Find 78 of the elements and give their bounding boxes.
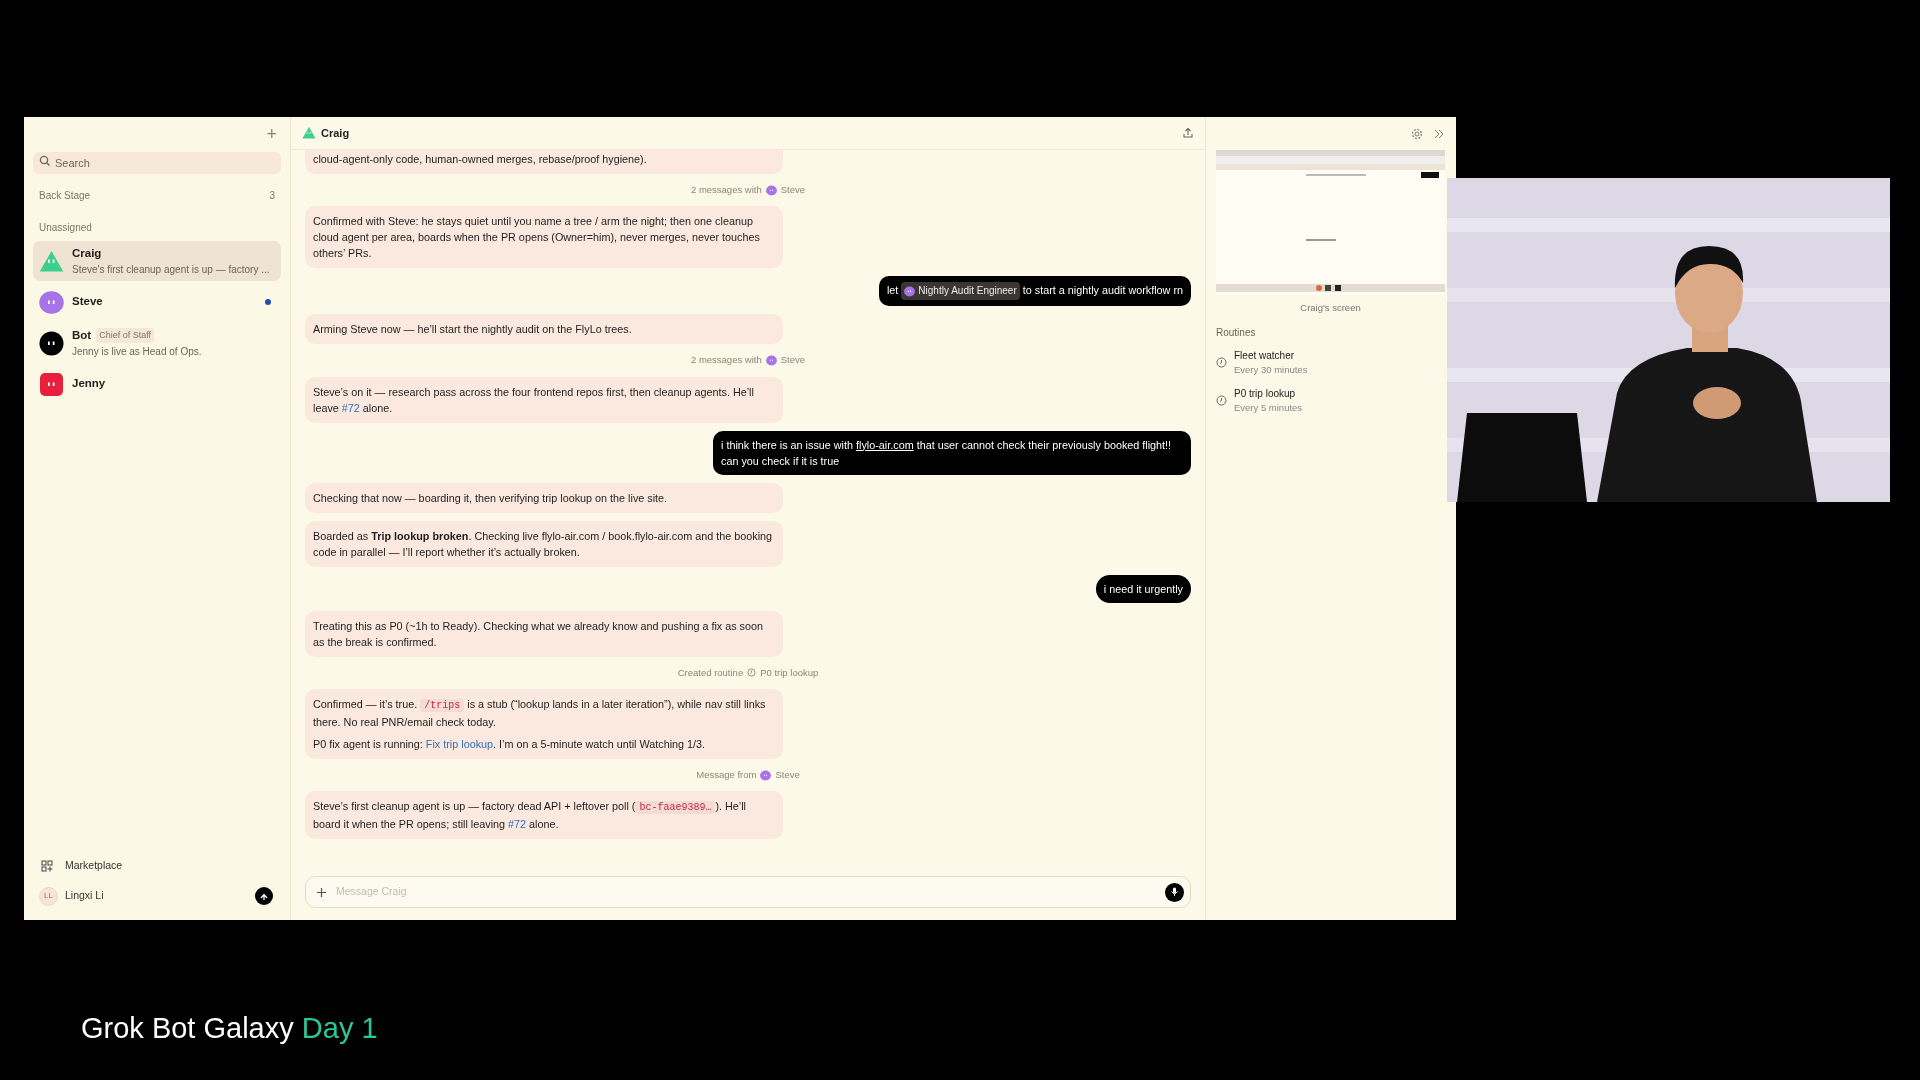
routine-name[interactable]: P0 trip lookup xyxy=(760,665,819,680)
message-text: Confirmed — it’s true. /trips is a stub (“lookup lands in a later iteration”), while nav still links there. No real PNR/email check today. xyxy=(313,696,767,730)
agent-name[interactable]: Steve xyxy=(780,183,806,198)
clock-icon xyxy=(747,668,757,678)
role-badge: Chief of Staff xyxy=(96,327,155,344)
message-text: Boarded as Trip lookup broken. Checking live flylo-air.com / book.flylo-air.com and the booking code in parallel — I’ll report whether it’s actually broken. xyxy=(313,528,774,560)
user-avatar: LL xyxy=(39,886,58,906)
arrow-icon xyxy=(259,891,269,901)
contact-name: Craig xyxy=(72,245,102,261)
grid-icon xyxy=(41,860,53,872)
message-input[interactable]: Message Craig xyxy=(336,884,1159,900)
plus-icon xyxy=(315,886,327,898)
microphone-icon xyxy=(1170,887,1179,897)
contact-item[interactable]: Jenny xyxy=(33,367,281,401)
screen-caption: Craig's screen xyxy=(1299,301,1362,315)
meta-text: Message from xyxy=(696,767,757,782)
upload-button[interactable] xyxy=(255,887,273,905)
message-text: Checking that now — boarding it, then verifying trip lookup on the live site. xyxy=(313,490,669,506)
collapse-button[interactable] xyxy=(1433,127,1445,140)
settings-icon xyxy=(1411,127,1423,140)
code-chip: /trips xyxy=(420,698,465,712)
agent-name[interactable]: Steve xyxy=(780,353,806,368)
message-preview: Steve's first cleanup agent is up — factory ... xyxy=(72,263,271,278)
group-label: Unassigned xyxy=(38,221,93,235)
new-chat-button[interactable]: + xyxy=(266,124,277,143)
share-button[interactable] xyxy=(1182,127,1194,139)
message-text: Treating this as P0 (~1h to Ready). Checking what we already know and pushing a fix as soon as the break is confirmed. xyxy=(313,618,765,650)
contact-name: Steve xyxy=(72,294,103,310)
marketplace-link[interactable]: Marketplace xyxy=(33,854,281,878)
meta-text: Created routine xyxy=(677,665,744,680)
avatar-icon xyxy=(765,184,777,196)
event-title: Grok Bot Galaxy xyxy=(81,1012,294,1044)
clock-icon xyxy=(1216,394,1227,406)
message-link[interactable]: #72 xyxy=(341,401,360,414)
message-text: Confirmed with Steve: he stays quiet until you name a tree / arm the night; then one cleanup cloud agent per area, boards when the PR opens (Owner=him), never merges, never touches others’ PRs. xyxy=(313,214,761,262)
message-text: P0 fix agent is running: Fix trip lookup. I’m on a 5-minute watch until Watching 1/3. xyxy=(313,736,707,752)
contact-name: Bot xyxy=(72,327,92,343)
contact-item[interactable]: Steve xyxy=(33,285,281,319)
mention-chip[interactable]: Nightly Audit Engineer xyxy=(901,282,1020,301)
contact-item[interactable]: Craig Steve's first cleanup agent is up — factory ... xyxy=(33,241,281,281)
day-label: Day 1 xyxy=(301,1012,378,1044)
meta-text: 2 messages with xyxy=(690,353,762,368)
chat-title: Craig xyxy=(321,125,350,141)
meta-text: 2 messages with xyxy=(690,183,762,197)
avatar-icon xyxy=(302,126,316,140)
message-text: cloud-agent-only code, human-owned merges, rebase/proof hygiene). xyxy=(313,152,648,167)
routine-name[interactable]: P0 trip lookup xyxy=(1234,385,1303,401)
section-label: Routines xyxy=(1216,326,1257,341)
avatar-icon xyxy=(904,285,916,297)
chevrons-icon xyxy=(1433,127,1445,140)
message-text: Arming Steve now — he’ll start the nightly audit on the FlyLo trees. xyxy=(313,322,633,338)
message-composer[interactable]: Message Craig xyxy=(305,876,1191,908)
avatar-icon xyxy=(765,355,777,366)
routine-schedule: Every 30 minutes xyxy=(1234,363,1308,378)
search-field[interactable]: Search xyxy=(33,152,281,174)
message-text: Steve’s first cleanup agent is up — factory dead API + leftover poll ( bc-faae9389… ). He’ll board it when the PR opens; still leaving #72 alone. xyxy=(313,799,747,833)
message-link[interactable]: #72 xyxy=(508,818,527,831)
code-chip: bc-faae9389… xyxy=(635,801,716,815)
message-text: let Nightly Audit Engineer to start a nightly audit workflow rn xyxy=(886,282,1183,301)
contact-name: Jenny xyxy=(72,376,106,392)
user-name[interactable]: Lingxi Li xyxy=(65,888,248,904)
message-text: i need it urgently xyxy=(1103,581,1183,597)
message-text: Steve’s on it — research pass across the four frontend repos first, then cleanup agents. He’ll leave #72 alone. xyxy=(313,384,755,416)
section-label[interactable]: Back Stage xyxy=(39,188,91,203)
avatar-icon xyxy=(760,769,772,781)
mic-button[interactable] xyxy=(1165,882,1184,902)
message-text: i think there is an issue with flylo-air.com that user cannot check their previously booked flight!! can you check if it is true xyxy=(721,437,1173,469)
contact-item[interactable]: Bot Chief of Staff Jenny is live as Head of Ops. xyxy=(33,323,281,363)
agent-name[interactable]: Steve xyxy=(775,767,800,783)
message-preview: Jenny is live as Head of Ops. xyxy=(72,345,203,360)
share-icon xyxy=(1182,127,1194,139)
clock-icon xyxy=(1216,357,1227,369)
routine-name[interactable]: Fleet watcher xyxy=(1234,348,1308,364)
section-count: 3 xyxy=(269,189,275,203)
mention-name: Nightly Audit Engineer xyxy=(918,284,1017,299)
routine-schedule: Every 5 minutes xyxy=(1234,400,1303,415)
message-link[interactable]: flylo-air.com xyxy=(856,438,914,451)
settings-button[interactable] xyxy=(1411,127,1423,140)
